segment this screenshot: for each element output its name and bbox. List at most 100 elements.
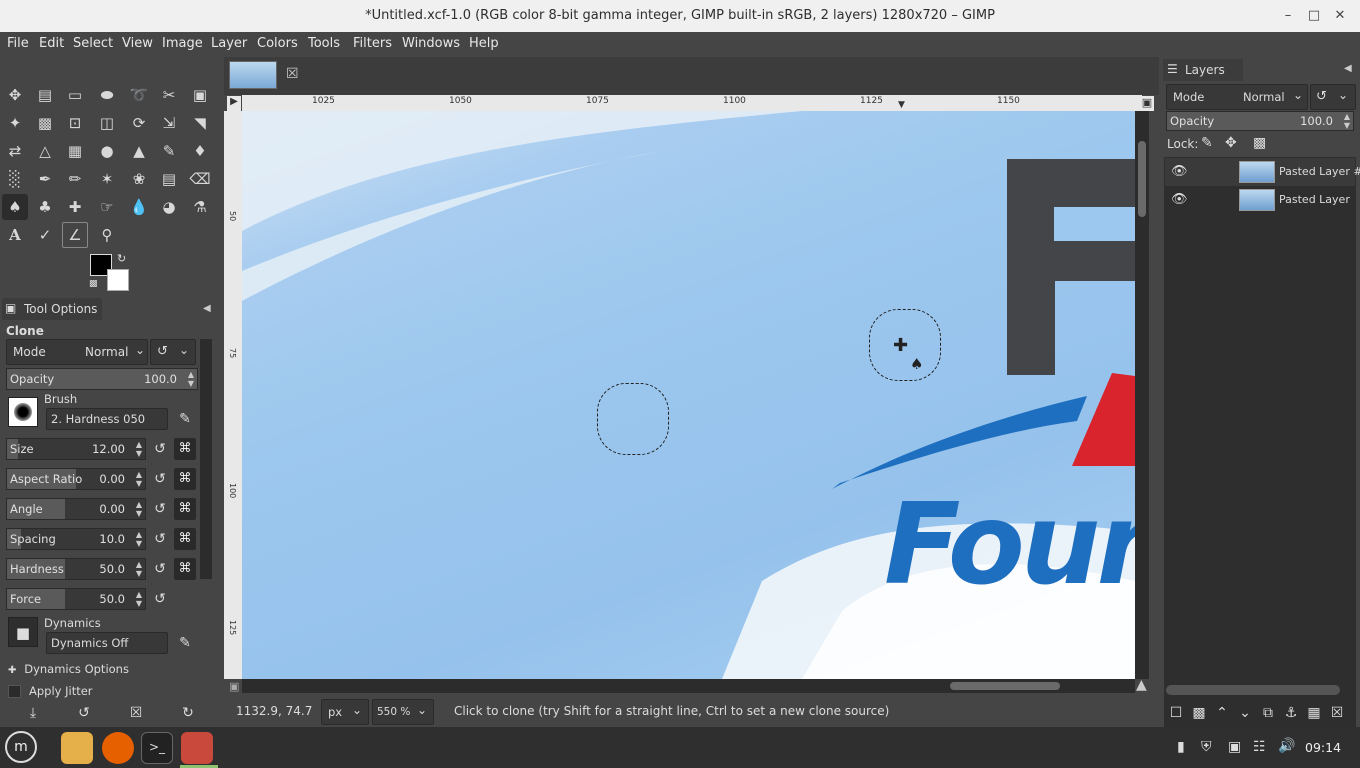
edit-brush-icon[interactable]: ✎ (174, 408, 196, 430)
layers-hscroll-thumb[interactable] (1166, 685, 1340, 695)
perspective-tool-icon[interactable]: △ (32, 138, 58, 164)
vertical-scrollbar[interactable] (1135, 111, 1149, 679)
layer-row[interactable]: 👁 Pasted Layer # (1165, 158, 1360, 186)
image-tab-thumbnail[interactable] (229, 61, 277, 89)
raise-layer-icon[interactable]: ⌃ (1211, 702, 1233, 724)
horizontal-scrollbar[interactable] (242, 679, 1135, 693)
vertical-scroll-thumb[interactable] (1138, 141, 1146, 217)
lock-pixels-icon[interactable]: ✎ (1201, 135, 1213, 151)
save-options-icon[interactable]: ⤓ (22, 702, 44, 724)
quick-mask-toggle-icon[interactable]: ▶ (227, 96, 241, 111)
airbrush-icon[interactable]: ✶ (94, 166, 120, 192)
gradient-tool-icon[interactable]: ░ (2, 166, 28, 192)
anchor-layer-icon[interactable]: ⚓ (1280, 702, 1302, 724)
delete-options-icon[interactable]: ☒ (125, 702, 147, 724)
reset-hardness-icon[interactable]: ↺ (149, 558, 171, 580)
spin-arrows-icon[interactable]: ▲ ▼ (188, 370, 194, 388)
hardness-slider[interactable]: Hardness 50.0 ▲ ▼ (6, 558, 146, 580)
shield-tray-icon[interactable]: ⛨ (1201, 739, 1212, 755)
menu-select[interactable]: Select (73, 36, 113, 51)
zoom-select[interactable]: 550 % ⌄ (372, 699, 434, 725)
spin-arrows-icon[interactable]: ▲ ▼ (136, 530, 142, 548)
menu-layer[interactable]: Layer (211, 36, 247, 51)
gimp-icon[interactable] (181, 732, 213, 764)
rect-select-icon[interactable]: ▭ (62, 82, 88, 108)
tool-options-scrollbar[interactable] (200, 339, 212, 579)
menu-file[interactable]: File (7, 36, 29, 51)
navigate-icon[interactable]: ▲ (1136, 677, 1147, 693)
menu-edit[interactable]: Edit (39, 36, 64, 51)
scissors-select-icon[interactable]: ✂ (156, 82, 182, 108)
unit-select[interactable]: px ⌄ (321, 699, 369, 725)
unified-transform-icon[interactable]: ◫ (94, 110, 120, 136)
reset-aspect-icon[interactable]: ↺ (149, 468, 171, 490)
bucket-fill-icon[interactable]: ♦ (187, 138, 213, 164)
ellipse-select-icon[interactable]: ⬬ (94, 82, 120, 108)
new-layer-group-icon[interactable]: ▩ (1188, 702, 1210, 724)
maximize-icon[interactable]: □ (1304, 6, 1324, 26)
force-slider[interactable]: Force 50.0 ▲ ▼ (6, 588, 146, 610)
lock-alpha-icon[interactable]: ▩ (1253, 135, 1266, 151)
reset-angle-icon[interactable]: ↺ (149, 498, 171, 520)
scale-tool-icon[interactable]: ⇲ (156, 110, 182, 136)
link-size-icon[interactable]: ⌘ (174, 438, 196, 460)
handle-transform-icon[interactable]: ▲ (126, 138, 152, 164)
pencil-icon[interactable]: ✏ (62, 166, 88, 192)
dynamics-options-expander[interactable]: ✚ Dynamics Options (8, 662, 129, 676)
move-tool-icon[interactable]: ✥ (2, 82, 28, 108)
duplicate-layer-icon[interactable]: ⧉ (1257, 702, 1279, 724)
reset-options-icon[interactable]: ↻ (177, 702, 199, 724)
align-tool-icon[interactable]: ▤ (32, 82, 58, 108)
paths-tool-icon[interactable]: ✎ (156, 138, 182, 164)
menu-tools[interactable]: Tools (308, 36, 340, 51)
dodge-burn-icon[interactable]: ◕ (156, 194, 182, 220)
minimize-icon[interactable]: – (1278, 6, 1298, 26)
link-spacing-icon[interactable]: ⌘ (174, 528, 196, 550)
volume-icon[interactable]: 🔊 (1278, 738, 1295, 754)
menu-image[interactable]: Image (162, 36, 203, 51)
visibility-eye-icon[interactable]: 👁 (1171, 164, 1188, 179)
layer-mode-reset-button[interactable]: ↺ ⌄ (1310, 84, 1356, 110)
notes-tray-icon[interactable]: ▮ (1177, 739, 1185, 755)
image-canvas[interactable]: Foun ✚ ♠ (242, 111, 1135, 679)
terminal-icon[interactable]: >_ (141, 732, 173, 764)
link-angle-icon[interactable]: ⌘ (174, 498, 196, 520)
spin-arrows-icon[interactable]: ▲ ▼ (136, 590, 142, 608)
horizontal-scroll-thumb[interactable] (950, 682, 1060, 690)
lower-layer-icon[interactable]: ⌄ (1234, 702, 1256, 724)
spin-arrows-icon[interactable]: ▲ ▼ (1344, 112, 1350, 130)
merge-layer-icon[interactable]: ▦ (1303, 702, 1325, 724)
foreground-select-icon[interactable]: ▣ (187, 82, 213, 108)
smudge-tool-icon[interactable]: ☞ (94, 194, 120, 220)
brush-name-field[interactable]: 2. Hardness 050 (46, 408, 168, 430)
mint-menu-icon[interactable]: m (5, 731, 37, 763)
mode-reset-button[interactable]: ↺ ⌄ (150, 339, 196, 365)
eraser-icon[interactable]: ⌫ (187, 166, 213, 192)
color-picker-icon[interactable]: ✓ (32, 222, 58, 248)
delete-layer-icon[interactable]: ☒ (1326, 702, 1348, 724)
rotate-tool-icon[interactable]: ⟳ (126, 110, 152, 136)
brush-preview[interactable] (8, 397, 38, 427)
reset-spacing-icon[interactable]: ↺ (149, 528, 171, 550)
apply-jitter-checkbox[interactable] (8, 685, 21, 698)
warp-transform-icon[interactable]: ● (94, 138, 120, 164)
heal-tool-icon[interactable]: ✚ (62, 194, 88, 220)
reset-size-icon[interactable]: ↺ (149, 438, 171, 460)
shear-tool-icon[interactable]: ◥ (187, 110, 213, 136)
visibility-eye-icon[interactable]: 👁 (1171, 192, 1188, 207)
swap-colors-icon[interactable]: ↻ (117, 252, 126, 265)
reset-force-icon[interactable]: ↺ (149, 588, 171, 610)
files-icon[interactable] (61, 732, 93, 764)
layer-mode-select[interactable]: Mode Normal ⌄ (1166, 84, 1308, 110)
firefox-icon[interactable] (102, 732, 134, 764)
menu-windows[interactable]: Windows (402, 36, 460, 51)
default-colors-icon[interactable]: ▩ (89, 279, 98, 289)
zoom-tool-icon[interactable]: ⚲ (94, 222, 120, 248)
crop-tool-icon[interactable]: ⊡ (62, 110, 88, 136)
spin-arrows-icon[interactable]: ▲ ▼ (136, 500, 142, 518)
angle-slider[interactable]: Angle 0.00 ▲ ▼ (6, 498, 146, 520)
menu-help[interactable]: Help (469, 36, 499, 51)
aspect-ratio-slider[interactable]: Aspect Ratio 0.00 ▲ ▼ (6, 468, 146, 490)
free-select-icon[interactable]: ➰ (126, 82, 152, 108)
mypaint-brush-icon[interactable]: ▤ (156, 166, 182, 192)
